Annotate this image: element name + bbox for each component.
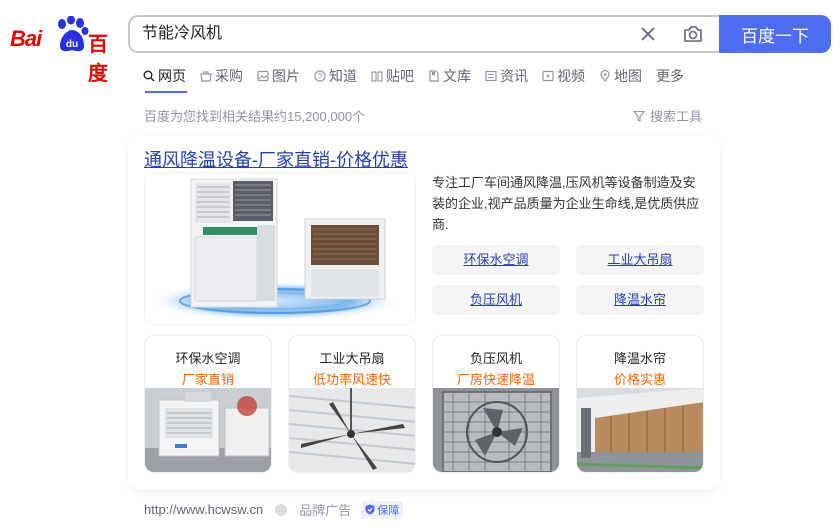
- clear-icon[interactable]: [638, 24, 658, 44]
- logo-chinese-name: 百度: [88, 34, 108, 85]
- sitelink-negative-pressure-fan[interactable]: 负压风机: [432, 285, 560, 315]
- search-tools-label: 搜索工具: [650, 109, 703, 124]
- product-card-image: [433, 388, 559, 472]
- tab-label: 文库: [443, 68, 471, 84]
- logo-du-text: du: [66, 39, 78, 50]
- tab-zhidao[interactable]: ? 知道: [314, 66, 357, 86]
- sitelink-cooling-pad[interactable]: 降温水帘: [576, 285, 704, 315]
- product-card-image: [289, 388, 415, 472]
- product-card-cooling-pad[interactable]: 降温水帘 价格实惠: [576, 335, 704, 473]
- tab-label: 资讯: [500, 68, 528, 84]
- tab-web[interactable]: 网页: [143, 66, 186, 86]
- brand-ad-label: 品牌广告: [299, 503, 352, 518]
- product-card-image: [577, 388, 703, 472]
- product-card-title: 环保水空调: [175, 351, 241, 366]
- tab-map[interactable]: 地图: [599, 66, 642, 86]
- product-card-negative-pressure-fan[interactable]: 负压风机 厂房快速降温: [432, 335, 560, 473]
- logo-bai-text: Bai: [10, 26, 42, 51]
- tieba-icon: [371, 71, 383, 82]
- basket-icon: [200, 71, 212, 82]
- ad-result-card: 通风降温设备-厂家直销-价格优惠 专注工厂车间通风降温,压风机等设备制造及安装的…: [128, 136, 720, 490]
- dropdown-icon[interactable]: [275, 503, 288, 516]
- svg-text:?: ?: [318, 72, 323, 81]
- ad-title-link[interactable]: 通风降温设备-厂家直销-价格优惠: [144, 146, 408, 172]
- active-tab-indicator: [145, 91, 187, 93]
- tab-news[interactable]: 资讯: [485, 66, 528, 86]
- guarantee-label: 保障: [377, 504, 400, 517]
- tab-label: 知道: [329, 68, 357, 84]
- shield-check-icon: [365, 504, 375, 515]
- tab-label: 贴吧: [386, 68, 414, 84]
- product-card-tag: 低功率风速快: [312, 372, 391, 387]
- search-box: [128, 15, 720, 53]
- sitelink-eco-aircon[interactable]: 环保水空调: [432, 245, 560, 275]
- search-tabs: 网页 采购 图片 ? 知道 贴吧 文库 资讯 视频 地图 更多: [143, 66, 698, 94]
- ad-source-url[interactable]: http://www.hcwsw.cn: [144, 502, 263, 517]
- sitelink-industrial-fan[interactable]: 工业大吊扇: [576, 245, 704, 275]
- tab-label: 采购: [215, 68, 243, 84]
- tab-label: 网页: [158, 68, 186, 84]
- ad-description: 专注工厂车间通风降温,压风机等设备制造及安装的企业,视产品质量为企业生命线,是优…: [432, 175, 700, 232]
- guarantee-badge[interactable]: 保障: [361, 500, 404, 519]
- question-icon: ?: [314, 70, 326, 82]
- product-card-tag: 厂家直销: [181, 372, 234, 387]
- news-icon: [485, 70, 497, 82]
- product-card-image: [145, 388, 271, 472]
- baidu-logo[interactable]: Bai du 百度: [10, 16, 114, 85]
- search-tools-button[interactable]: 搜索工具: [633, 106, 702, 125]
- product-card-title: 工业大吊扇: [319, 351, 385, 366]
- tab-more[interactable]: 更多: [656, 66, 684, 86]
- air-cooler-product-image: [145, 173, 415, 324]
- search-icon: [143, 70, 155, 82]
- product-card-eco-aircon[interactable]: 环保水空调 厂家直销: [144, 335, 272, 473]
- tab-tieba[interactable]: 贴吧: [371, 66, 414, 86]
- result-stats: 百度为您找到相关结果约15,200,000个: [144, 109, 366, 124]
- filter-icon: [633, 110, 645, 122]
- search-input[interactable]: [142, 17, 622, 51]
- tab-wenku[interactable]: 文库: [428, 66, 471, 86]
- product-card-tag: 价格实惠: [613, 372, 666, 387]
- search-button[interactable]: 百度一下: [719, 15, 831, 53]
- image-icon: [257, 70, 269, 82]
- tab-images[interactable]: 图片: [257, 66, 300, 86]
- paw-logo-icon: du: [58, 16, 89, 52]
- map-icon: [600, 70, 610, 82]
- video-icon: [542, 70, 554, 82]
- product-card-industrial-fan[interactable]: 工业大吊扇 低功率风速快: [288, 335, 416, 473]
- tab-label: 地图: [614, 68, 642, 84]
- camera-icon[interactable]: [682, 23, 704, 45]
- product-card-title: 负压风机: [469, 351, 522, 366]
- product-main-image[interactable]: [144, 172, 416, 325]
- tab-purchase[interactable]: 采购: [200, 66, 243, 86]
- tab-video[interactable]: 视频: [542, 66, 585, 86]
- tab-label: 更多: [656, 68, 684, 84]
- product-card-tag: 厂房快速降温: [456, 372, 535, 387]
- document-icon: [429, 70, 439, 82]
- tab-label: 视频: [557, 68, 585, 84]
- tab-label: 图片: [272, 68, 300, 84]
- product-card-title: 降温水帘: [613, 351, 666, 366]
- ad-footer: http://www.hcwsw.cn 品牌广告 保障: [144, 500, 404, 519]
